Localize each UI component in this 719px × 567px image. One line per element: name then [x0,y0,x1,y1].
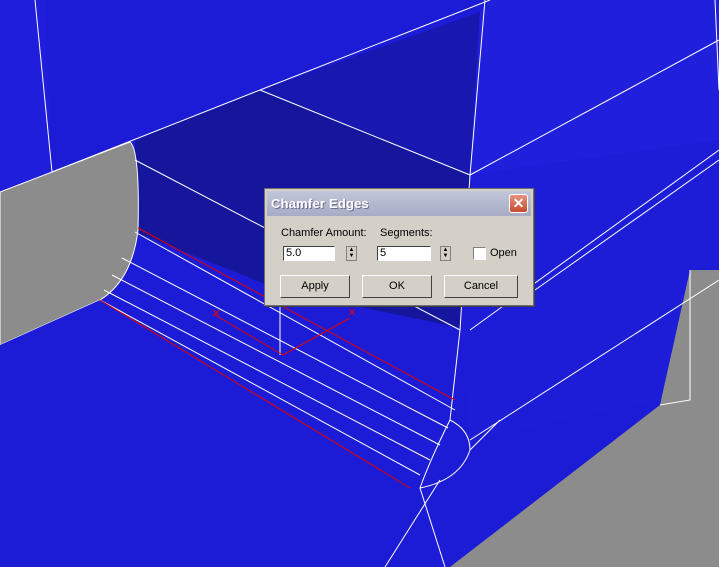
segments-label: Segments: [380,227,433,239]
chamfer-edges-dialog: Chamfer Edges ✕ Chamfer Amount: 5.0 ▲ ▼ … [264,188,534,306]
close-x-icon: ✕ [512,195,525,211]
dialog-titlebar[interactable]: Chamfer Edges ✕ [267,191,531,216]
chamfer-amount-spinner[interactable]: ▲ ▼ [346,246,357,261]
chamfer-amount-field[interactable]: 5.0 [283,246,335,261]
apply-button[interactable]: Apply [280,275,350,298]
dialog-title: Chamfer Edges [271,196,369,211]
close-button[interactable]: ✕ [509,194,528,213]
segments-spinner[interactable]: ▲ ▼ [440,246,451,261]
chamfer-amount-label: Chamfer Amount: [281,227,367,239]
open-checkbox[interactable] [473,247,486,260]
cancel-button[interactable]: Cancel [444,275,518,298]
spinner-down-icon[interactable]: ▼ [441,253,450,259]
ok-button[interactable]: OK [362,275,432,298]
segments-field[interactable]: 5 [377,246,431,261]
open-label: Open [490,247,517,259]
spinner-down-icon[interactable]: ▼ [347,253,356,259]
